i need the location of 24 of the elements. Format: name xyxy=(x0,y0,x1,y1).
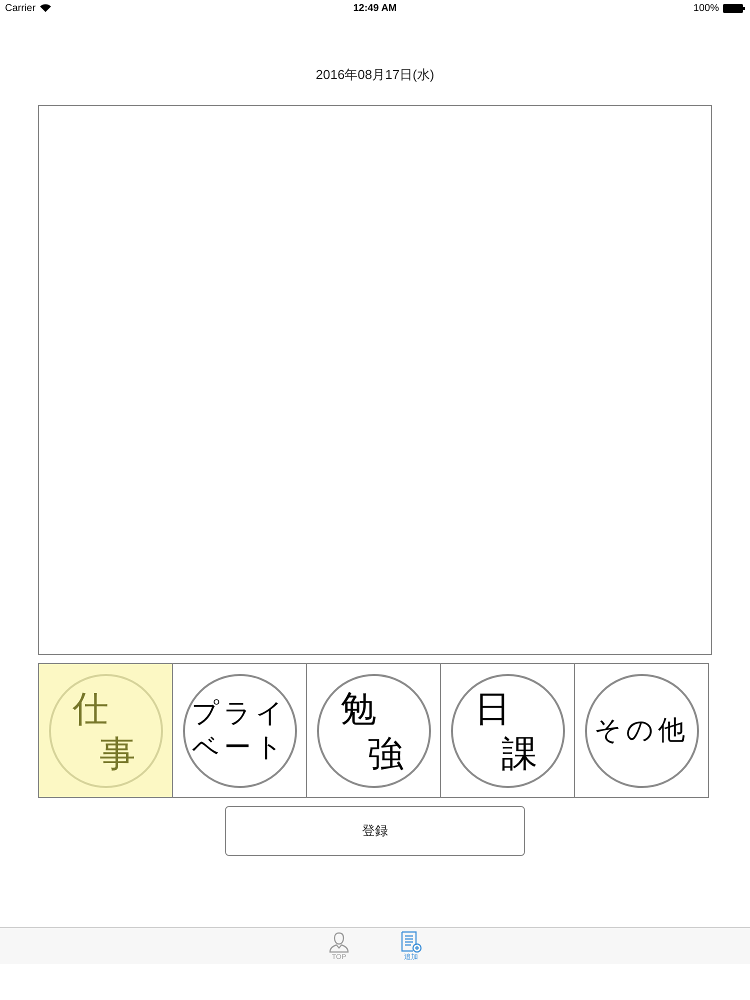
category-label: 課 xyxy=(502,732,538,776)
list-add-icon xyxy=(400,931,422,953)
category-label: ベート xyxy=(192,730,287,764)
wifi-icon xyxy=(40,4,51,12)
category-label: プライ xyxy=(192,696,288,730)
category-tile[interactable]: 日 課 xyxy=(440,663,575,798)
clock: 12:49 AM xyxy=(353,2,397,16)
category-tile[interactable]: 仕 事 xyxy=(38,663,173,798)
person-icon xyxy=(328,931,350,953)
category-label: 日 xyxy=(474,686,510,730)
battery-percent: 100% xyxy=(693,2,719,16)
battery-icon xyxy=(722,4,745,12)
category-label: 事 xyxy=(100,732,136,776)
category-tile[interactable]: 勉 強 xyxy=(306,663,441,798)
category-label: 仕 xyxy=(72,686,108,730)
category-label: その他 xyxy=(594,714,689,747)
register-button[interactable]: 登録 xyxy=(225,806,525,856)
category-label: 強 xyxy=(368,732,404,776)
category-label: 勉 xyxy=(340,686,376,730)
drawing-canvas[interactable] xyxy=(38,105,712,655)
category-tile[interactable]: その他 xyxy=(574,663,709,798)
carrier-label: Carrier xyxy=(5,2,36,16)
category-tile[interactable]: プライ ベート xyxy=(172,663,307,798)
date-label: 2016年08月17日(水) xyxy=(316,66,434,84)
